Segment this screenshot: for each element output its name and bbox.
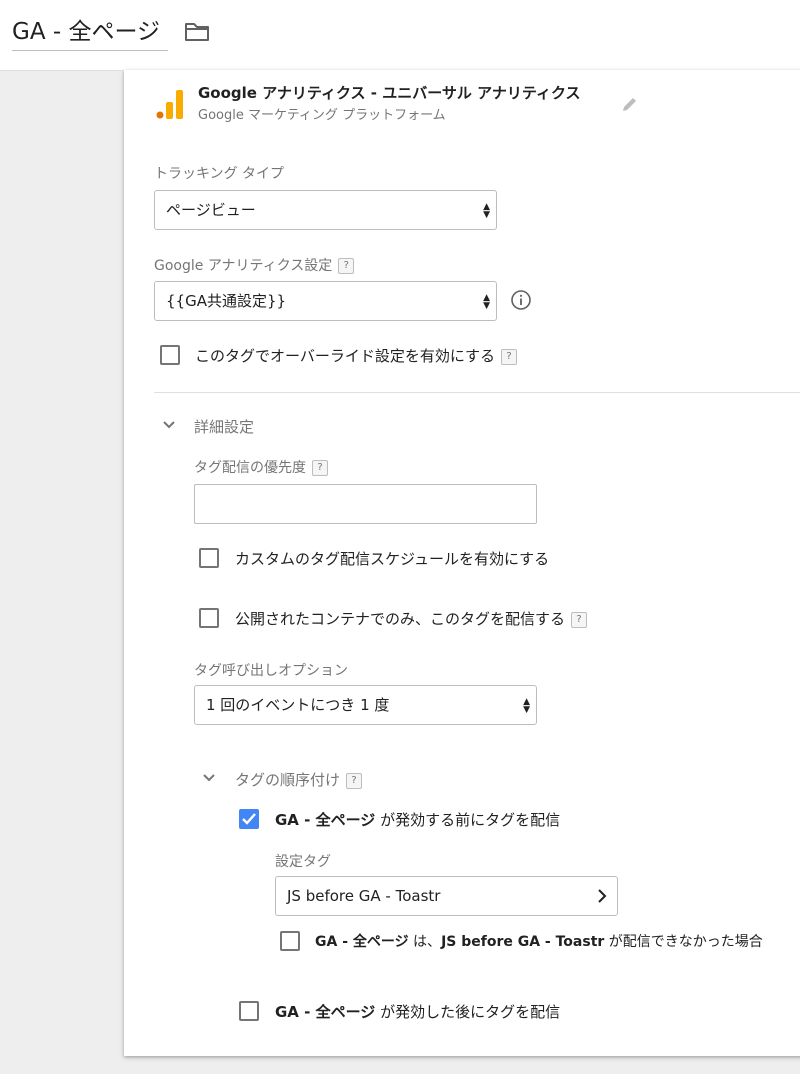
help-icon[interactable]: ? — [312, 460, 328, 476]
divider — [154, 392, 800, 393]
header: GA - 全ページ — [0, 0, 800, 71]
published-only-checkbox[interactable] — [199, 608, 219, 628]
setup-tag-field-label: 設定タグ — [275, 854, 331, 870]
firing-option-select[interactable]: 1 回のイベントにつき 1 度 ▲ ▼ — [194, 685, 537, 725]
tag-editor-page: GA - 全ページ Google アナリティクス - ユニバーサル アナリティク… — [0, 0, 800, 1074]
chevron-right-icon — [598, 889, 607, 903]
help-icon[interactable]: ? — [346, 773, 363, 789]
info-icon[interactable] — [510, 289, 532, 311]
tag-sequencing-title-row: タグの順序付け? — [235, 769, 363, 790]
published-only-label: 公開されたコンテナでのみ、このタグを配信する — [235, 610, 566, 628]
override-label: このタグでオーバーライド設定を有効にする — [195, 347, 496, 365]
help-icon[interactable]: ? — [571, 612, 588, 628]
setup-tag-selector[interactable]: JS before GA - Toastr — [275, 876, 618, 916]
pencil-icon[interactable] — [620, 94, 640, 114]
ga-settings-select[interactable]: {{GA共通設定}} ▲ ▼ — [154, 281, 497, 321]
setup-fail-part3: JS before GA - Toastr — [441, 934, 605, 950]
tracking-type-label: トラッキング タイプ — [154, 166, 285, 182]
tag-sequencing-title[interactable]: タグの順序付け — [235, 771, 340, 789]
select-arrows-icon: ▲ ▼ — [483, 293, 490, 311]
setup-tag-checkbox[interactable] — [239, 809, 259, 829]
tag-name-title[interactable]: GA - 全ページ — [12, 14, 169, 51]
setup-fail-part4: が配信できなかった場合 — [604, 934, 763, 950]
tag-type-name: Google アナリティクス - ユニバーサル アナリティクス — [198, 84, 581, 102]
select-arrows-icon: ▲ ▼ — [483, 202, 490, 220]
help-icon[interactable]: ? — [501, 349, 518, 365]
setup-fail-part1: GA - 全ページ — [315, 934, 409, 950]
tracking-type-select[interactable]: ページビュー ▲ ▼ — [154, 190, 497, 230]
setup-tag-label: GA - 全ページ が発効する前にタグを配信 — [275, 809, 560, 830]
setup-fail-checkbox[interactable] — [280, 931, 300, 951]
setup-fail-part2: は、 — [408, 934, 442, 950]
chevron-down-icon[interactable] — [162, 420, 176, 430]
custom-schedule-checkbox[interactable] — [199, 548, 219, 568]
tag-type-subtitle: Google マーケティング プラットフォーム — [198, 108, 446, 123]
setup-tag-text: が発効する前にタグを配信 — [375, 811, 561, 829]
priority-input[interactable] — [194, 484, 537, 524]
cleanup-tag-current-name: GA - 全ページ — [275, 1003, 376, 1021]
help-icon[interactable]: ? — [338, 258, 355, 274]
advanced-settings-title[interactable]: 詳細設定 — [194, 416, 254, 437]
chevron-down-icon[interactable] — [202, 773, 216, 783]
setup-tag-current-name: GA - 全ページ — [275, 811, 376, 829]
cleanup-tag-label: GA - 全ページ が発効した後にタグを配信 — [275, 1001, 560, 1022]
select-arrows-icon: ▲ ▼ — [523, 697, 530, 715]
setup-fail-label: GA - 全ページ は、JS before GA - Toastr が配信できな… — [315, 931, 800, 951]
ga-settings-value: {{GA共通設定}} — [166, 292, 287, 310]
cleanup-tag-text: が発効した後にタグを配信 — [375, 1003, 561, 1021]
custom-schedule-label: カスタムのタグ配信スケジュールを有効にする — [235, 550, 550, 568]
override-checkbox[interactable] — [160, 345, 180, 365]
ga-settings-label: Google アナリティクス設定? — [154, 255, 355, 275]
firing-option-value: 1 回のイベントにつき 1 度 — [206, 696, 390, 714]
checkmark-icon — [242, 813, 256, 825]
cleanup-tag-checkbox[interactable] — [239, 1001, 259, 1021]
override-label-row: このタグでオーバーライド設定を有効にする? — [195, 345, 518, 366]
published-only-label-row: 公開されたコンテナでのみ、このタグを配信する? — [235, 608, 588, 629]
priority-label: タグ配信の優先度 — [194, 460, 306, 476]
setup-tag-value: JS before GA - Toastr — [287, 887, 441, 905]
folder-icon[interactable] — [184, 20, 210, 42]
ga-settings-label-text: Google アナリティクス設定 — [154, 258, 333, 274]
google-analytics-logo-icon — [156, 90, 183, 119]
firing-option-label: タグ呼び出しオプション — [194, 663, 348, 679]
tracking-type-value: ページビュー — [166, 201, 256, 219]
priority-label-row: タグ配信の優先度? — [194, 457, 328, 477]
